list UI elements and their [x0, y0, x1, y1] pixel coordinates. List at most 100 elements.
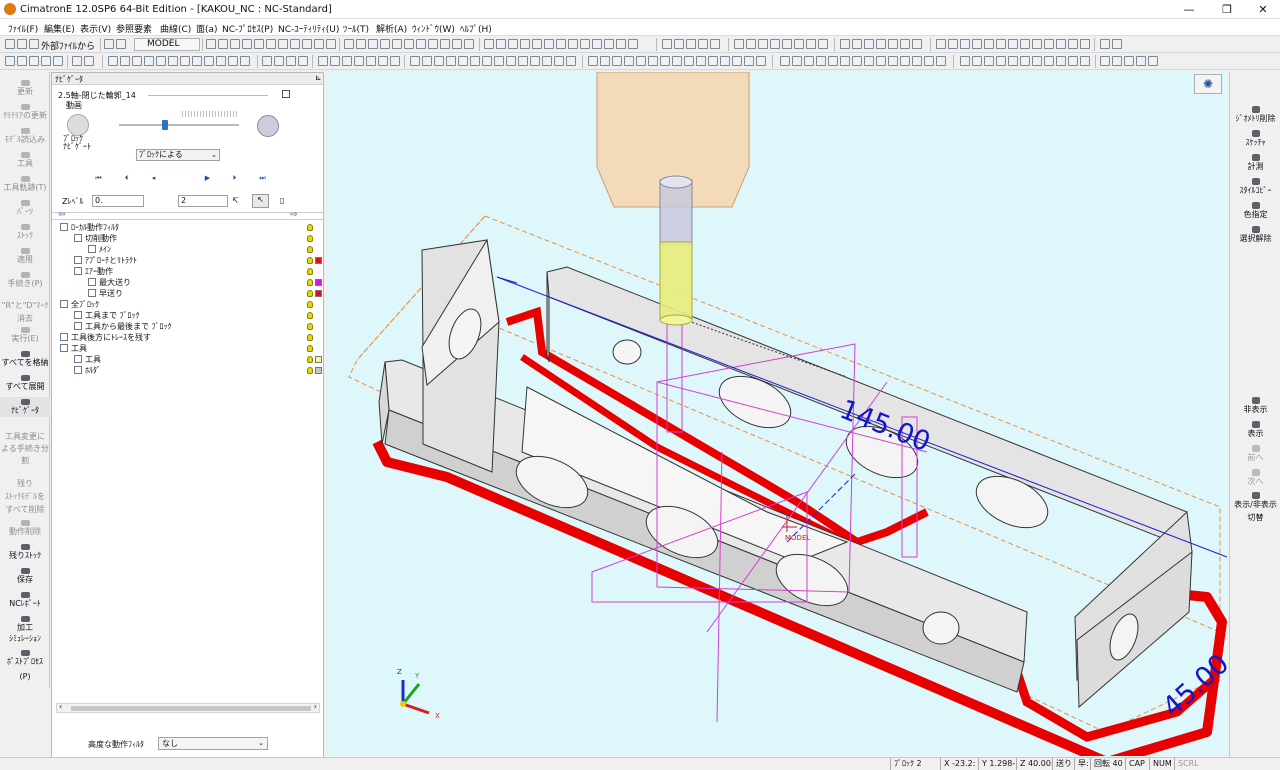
- remaining-line3[interactable]: すべて削除: [0, 505, 50, 514]
- sketch-icon[interactable]: [1044, 39, 1054, 49]
- remaining-stock-button[interactable]: 残りｽﾄｯｸ: [0, 544, 50, 560]
- filter-icon[interactable]: [390, 56, 400, 66]
- sketch-icon[interactable]: [1020, 39, 1030, 49]
- view-icon[interactable]: [218, 39, 228, 49]
- geometry-icon[interactable]: [924, 56, 934, 66]
- render-icon[interactable]: [544, 39, 554, 49]
- menu-reference[interactable]: 参照要素: [116, 22, 152, 35]
- sketch-icon[interactable]: [1008, 39, 1018, 49]
- navigator-button[interactable]: ﾅﾋﾞｹﾞｰﾀ: [0, 397, 50, 417]
- render-icon[interactable]: [532, 39, 542, 49]
- menu-tool[interactable]: ﾂｰﾙ(T): [343, 22, 369, 35]
- tree-row-tool[interactable]: 工具: [74, 354, 101, 365]
- surface-icon[interactable]: [1100, 56, 1110, 66]
- layer-icon[interactable]: [852, 39, 862, 49]
- play-icon[interactable]: ▶: [203, 174, 212, 182]
- filter-icon[interactable]: [494, 56, 504, 66]
- visibility-bulb-icon[interactable]: [307, 224, 313, 231]
- split-procedure-line2[interactable]: よる手続き分: [0, 444, 50, 453]
- sketch-icon[interactable]: [1068, 39, 1078, 49]
- split-procedure-line3[interactable]: 割: [0, 456, 50, 465]
- tree-row-holder[interactable]: ﾎﾙﾀﾞ: [74, 365, 101, 376]
- save-icon[interactable]: [29, 39, 39, 49]
- pin-icon[interactable]: ⊾: [315, 73, 322, 82]
- layer-icon[interactable]: [912, 39, 922, 49]
- sketcher-button[interactable]: ｽｹｯﾁｬ: [1230, 130, 1280, 148]
- step-input[interactable]: 2: [178, 195, 228, 207]
- geometry-icon[interactable]: [912, 56, 922, 66]
- render-icon[interactable]: [496, 39, 506, 49]
- filter-icon[interactable]: [542, 56, 552, 66]
- tree-row-trace[interactable]: 工具後方にﾄﾚｰｽを残す: [60, 332, 151, 343]
- advanced-filter-select[interactable]: なし ⌄: [158, 737, 268, 750]
- restore-button[interactable]: ❐: [1212, 2, 1242, 17]
- expand-procedure-icon[interactable]: [282, 90, 290, 98]
- rd-mark-label[interactable]: "R"と"D"ﾏｰｸ: [0, 301, 50, 310]
- select-icon[interactable]: [356, 39, 366, 49]
- visibility-bulb-icon[interactable]: [307, 301, 313, 308]
- tool-button[interactable]: 工具: [0, 152, 50, 168]
- view-icon[interactable]: [266, 39, 276, 49]
- sketch-icon[interactable]: [1032, 39, 1042, 49]
- tree-row-from-tool[interactable]: 工具から最後まで ﾌﾞﾛｯｸ: [74, 321, 172, 332]
- update-criteria-button[interactable]: ｸﾘﾃﾘｱの更新: [0, 104, 50, 120]
- sketch-icon[interactable]: [1080, 39, 1090, 49]
- nc-tool-icon[interactable]: [180, 56, 190, 66]
- select-icon[interactable]: [344, 39, 354, 49]
- surface-icon[interactable]: [1056, 56, 1066, 66]
- lock-icon[interactable]: ▯: [280, 196, 284, 205]
- deselect-button[interactable]: 選択解除: [1230, 226, 1280, 244]
- nc-tool-icon[interactable]: [53, 56, 63, 66]
- update-button[interactable]: 更新: [0, 80, 50, 96]
- tree-row-to-tool[interactable]: 工具まで ﾌﾞﾛｯｸ: [74, 310, 140, 321]
- window-icon[interactable]: [1112, 39, 1122, 49]
- orient-icon[interactable]: [686, 39, 696, 49]
- orient-icon[interactable]: [674, 39, 684, 49]
- render-icon[interactable]: [628, 39, 638, 49]
- nc-tool-icon[interactable]: [29, 56, 39, 66]
- zoom-icon[interactable]: [392, 39, 402, 49]
- visibility-bulb-icon[interactable]: [307, 268, 313, 275]
- color-swatch-tool[interactable]: [315, 356, 322, 363]
- minimize-button[interactable]: —: [1174, 2, 1204, 17]
- load-model-button[interactable]: ﾓﾃﾞﾙ読込み: [0, 128, 50, 144]
- filter-icon[interactable]: [446, 56, 456, 66]
- curve-icon[interactable]: [612, 56, 622, 66]
- curve-icon[interactable]: [708, 56, 718, 66]
- menu-face[interactable]: 面(a): [196, 22, 218, 35]
- nc-tool-icon[interactable]: [240, 56, 250, 66]
- view-icon[interactable]: [302, 39, 312, 49]
- undo-icon[interactable]: [104, 39, 114, 49]
- set-color-button[interactable]: 色指定: [1230, 202, 1280, 220]
- remaining-line2[interactable]: ｽﾄｯｸﾓﾃﾞﾙを: [0, 492, 50, 501]
- render-icon[interactable]: [556, 39, 566, 49]
- filter-icon[interactable]: [318, 56, 328, 66]
- execute-button[interactable]: 実行(E): [0, 327, 50, 343]
- animation-speed-slider[interactable]: [119, 120, 239, 130]
- pointer-select-icon[interactable]: ↖: [252, 194, 269, 208]
- menu-nc-utility[interactable]: NC-ﾕｰﾃｨﾘﾃｨ(U): [278, 22, 339, 35]
- nc-tool-icon[interactable]: [72, 56, 82, 66]
- nc-tool-icon[interactable]: [274, 56, 284, 66]
- display-icon[interactable]: [794, 39, 804, 49]
- surface-icon[interactable]: [996, 56, 1006, 66]
- sun-light-icon[interactable]: ✺: [1194, 74, 1222, 94]
- visibility-bulb-icon[interactable]: [307, 257, 313, 264]
- curve-icon[interactable]: [720, 56, 730, 66]
- curve-icon[interactable]: [684, 56, 694, 66]
- surface-icon[interactable]: [1136, 56, 1146, 66]
- menu-nc-process[interactable]: NC-ﾌﾟﾛｾｽ(P): [222, 22, 273, 35]
- zoom-icon[interactable]: [452, 39, 462, 49]
- nc-tool-icon[interactable]: [156, 56, 166, 66]
- toggle-label-line[interactable]: 切替: [1230, 513, 1280, 523]
- surface-icon[interactable]: [1032, 56, 1042, 66]
- zoom-icon[interactable]: [428, 39, 438, 49]
- sketch-icon[interactable]: [984, 39, 994, 49]
- parts-button[interactable]: ﾊﾟｰﾂ: [0, 200, 50, 216]
- filter-icon[interactable]: [554, 56, 564, 66]
- surface-icon[interactable]: [1008, 56, 1018, 66]
- menu-help[interactable]: ﾍﾙﾌﾟ(H): [460, 22, 492, 35]
- delete-motion-button[interactable]: 動作削除: [0, 520, 50, 536]
- window-icon[interactable]: [1100, 39, 1110, 49]
- procedure-button[interactable]: 手続き(P): [0, 272, 50, 288]
